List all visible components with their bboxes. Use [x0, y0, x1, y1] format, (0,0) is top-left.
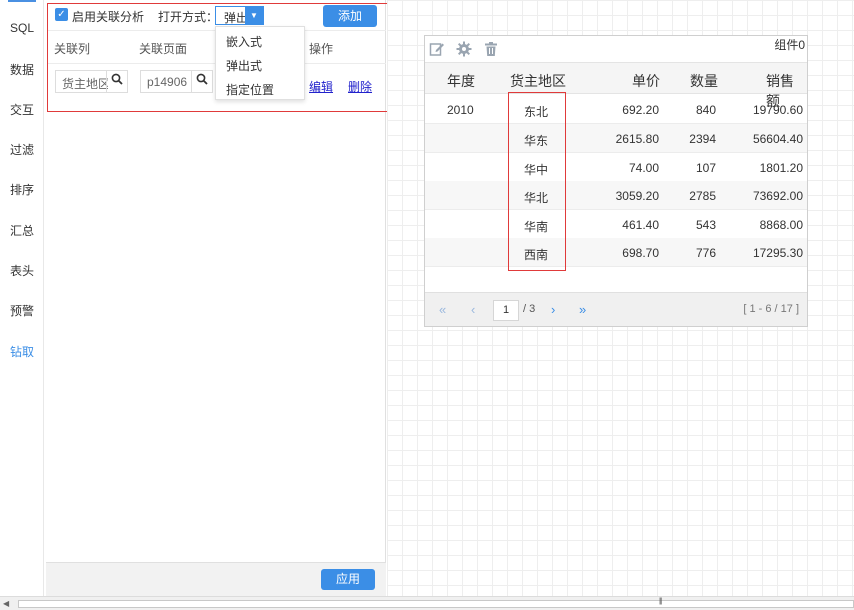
highlight-box — [47, 3, 393, 112]
table-row[interactable]: 西南 698.70 776 17295.30 — [425, 238, 807, 267]
cell-quantity: 2394 — [689, 132, 716, 146]
scroll-left-arrow-icon[interactable]: ◀ — [3, 599, 9, 608]
table-header: 年度 货主地区 单价 数量 销售额 — [425, 62, 807, 109]
scrollbar-thumb[interactable] — [18, 600, 854, 608]
cell-sales: 17295.30 — [752, 246, 803, 260]
first-page-button[interactable]: « — [439, 302, 446, 317]
header-region: 货主地区 — [510, 73, 566, 89]
cell-sales: 8868.00 — [759, 218, 803, 232]
left-nav: SQL 数据 交互 过滤 排序 汇总 表头 预警 钻取 — [0, 0, 44, 596]
cell-price: 461.40 — [622, 218, 659, 232]
header-price: 单价 — [632, 73, 660, 89]
header-quantity: 数量 — [690, 73, 718, 89]
cell-quantity: 840 — [695, 103, 716, 117]
edit-icon[interactable] — [429, 41, 445, 57]
cell-quantity: 2785 — [689, 189, 716, 203]
header-year: 年度 — [447, 73, 475, 89]
nav-item-header[interactable]: 表头 — [0, 262, 44, 279]
last-page-button[interactable]: » — [579, 302, 586, 317]
cell-price: 3059.20 — [615, 189, 659, 203]
table-row[interactable]: 华北 3059.20 2785 73692.00 — [425, 181, 807, 210]
cell-sales: 19790.60 — [752, 103, 803, 117]
nav-item-data[interactable]: 数据 — [0, 61, 44, 78]
cell-quantity: 107 — [695, 161, 716, 175]
pagination-bar: « ‹ 1 / 3 › » [ 1 - 6 / 17 ] — [425, 292, 807, 326]
widget-title: 组件0 — [774, 38, 805, 52]
cell-sales: 56604.40 — [752, 132, 803, 146]
table-row[interactable]: 2010 东北 692.20 840 19790.60 — [425, 95, 807, 124]
record-range-info: [ 1 - 6 / 17 ] — [743, 303, 799, 315]
cell-price: 692.20 — [622, 103, 659, 117]
nav-item-interaction[interactable]: 交互 — [0, 101, 44, 118]
nav-item-sql[interactable]: SQL — [0, 21, 44, 35]
trash-icon[interactable] — [483, 41, 499, 57]
table-row[interactable]: 华中 74.00 107 1801.20 — [425, 153, 807, 182]
nav-item-filter[interactable]: 过滤 — [0, 141, 44, 158]
nav-item-sort[interactable]: 排序 — [0, 181, 44, 198]
table-row[interactable]: 华南 461.40 543 8868.00 — [425, 210, 807, 239]
cell-sales: 1801.20 — [759, 161, 803, 175]
nav-item-drill[interactable]: 钻取 — [0, 343, 44, 360]
table-row[interactable]: 华东 2615.80 2394 56604.40 — [425, 124, 807, 153]
highlight-column-box — [508, 92, 566, 271]
prev-page-button[interactable]: ‹ — [471, 302, 475, 317]
cell-quantity: 776 — [695, 246, 716, 260]
gear-icon[interactable] — [456, 41, 472, 57]
widget-toolbar: 组件0 — [425, 36, 807, 62]
grip-icon[interactable]: ||| — [659, 598, 663, 605]
cell-price: 74.00 — [628, 161, 659, 175]
cell-quantity: 543 — [695, 218, 716, 232]
page-total: / 3 — [523, 303, 536, 315]
nav-top-indicator — [8, 0, 36, 2]
nav-item-summary[interactable]: 汇总 — [0, 222, 44, 239]
table-widget[interactable]: 组件0 年度 货主地区 单价 数量 销售额 2010 东北 692.20 840… — [424, 35, 808, 327]
cell-sales: 73692.00 — [752, 189, 803, 203]
apply-button[interactable]: 应用 — [321, 569, 375, 590]
cell-price: 2615.80 — [615, 132, 659, 146]
page-number-input[interactable]: 1 — [493, 300, 519, 321]
cell-price: 698.70 — [622, 246, 659, 260]
cell-year: 2010 — [447, 103, 474, 117]
horizontal-scrollbar[interactable]: ◀ ||| — [0, 596, 854, 610]
next-page-button[interactable]: › — [551, 302, 555, 317]
nav-item-alert[interactable]: 预警 — [0, 302, 44, 319]
